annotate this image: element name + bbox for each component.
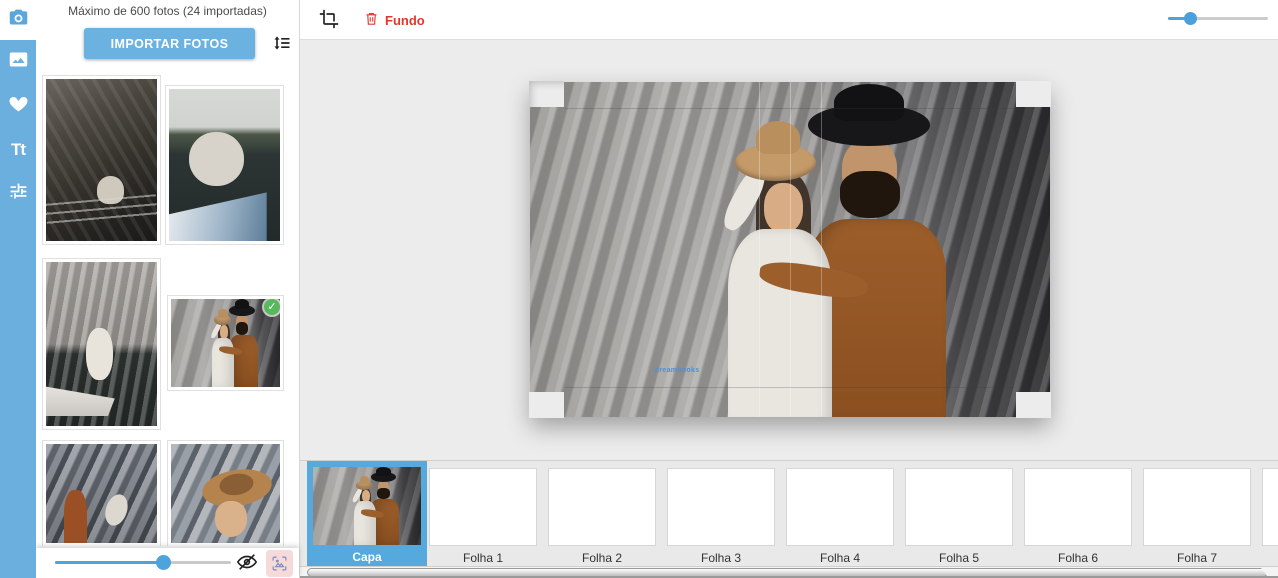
page-tile-partial[interactable] — [1262, 461, 1278, 546]
photos-panel: Máximo de 600 fotos (24 importadas) IMPO… — [36, 0, 300, 578]
spine-guide-line — [821, 82, 822, 417]
sidebar-item-layouts[interactable] — [0, 40, 36, 84]
line-spacing-sort-icon[interactable] — [271, 33, 293, 55]
image-placeholder-icon[interactable] — [266, 550, 293, 577]
cover-corner-notch — [1016, 392, 1051, 418]
page-label: Folha 1 — [429, 551, 537, 565]
capa-thumbnail — [313, 467, 421, 545]
sidebar-item-text[interactable]: Tt — [0, 128, 36, 172]
page-label: Folha 7 — [1143, 551, 1251, 565]
delete-background-label: Fundo — [385, 13, 425, 28]
page-tile-folha-5[interactable]: Folha 5 — [905, 461, 1013, 565]
heart-icon — [8, 93, 29, 119]
thumbnail-size-slider[interactable] — [55, 561, 231, 564]
photo-thumbnail[interactable] — [42, 258, 161, 430]
page-tile-folha-1[interactable]: Folha 1 — [429, 461, 537, 565]
page-tile-folha-7[interactable]: Folha 7 — [1143, 461, 1251, 565]
photo-thumbnail[interactable] — [42, 75, 161, 245]
photo-thumbnail[interactable] — [165, 85, 284, 245]
editor-main: Fundo dreambooks — [300, 0, 1278, 578]
page-label: Folha 3 — [667, 551, 775, 565]
tool-sidebar: Tt — [0, 0, 36, 578]
editor-toolbar: Fundo — [300, 0, 1278, 40]
photo-woman-boat-lean — [169, 89, 280, 241]
filmstrip-scrollbar-thumb[interactable] — [307, 568, 1268, 577]
eye-off-icon[interactable] — [235, 551, 259, 575]
page-tile-folha-2[interactable]: Folha 2 — [548, 461, 656, 565]
cover-photo[interactable]: dreambooks — [530, 82, 1050, 417]
photo-thumbnail[interactable] — [167, 440, 284, 546]
thumbnail-size-slider-knob[interactable] — [156, 555, 171, 570]
page-label: Folha 6 — [1024, 551, 1132, 565]
page-tile-folha-3[interactable]: Folha 3 — [667, 461, 775, 565]
cover-corner-notch — [529, 81, 564, 107]
cover-spread[interactable]: dreambooks — [530, 82, 1050, 417]
crop-icon[interactable] — [317, 8, 341, 32]
cover-corner-notch — [529, 392, 564, 418]
photo-couple — [171, 299, 280, 387]
filmstrip-scrollbar[interactable] — [300, 566, 1278, 578]
image-icon — [8, 49, 29, 75]
sidebar-item-adjustments[interactable] — [0, 172, 36, 216]
page-label: Folha 4 — [786, 551, 894, 565]
wrap-fold-line — [565, 387, 1015, 388]
photo-thumbnail[interactable] — [42, 440, 161, 546]
photo-couple-marble — [46, 444, 157, 543]
pages-filmstrip: Capa Folha 1 Folha 2 Folha 3 Folha 4 Fol… — [300, 460, 1278, 566]
page-label: Capa — [307, 550, 427, 564]
canvas-area: dreambooks — [300, 40, 1278, 460]
photo-limit-text: Máximo de 600 fotos (24 importadas) — [36, 0, 299, 18]
photo-hat-closeup — [171, 444, 280, 543]
trash-icon — [364, 10, 379, 30]
canvas-zoom-slider-knob[interactable] — [1184, 12, 1197, 25]
page-label: Folha 2 — [548, 551, 656, 565]
import-photos-button[interactable]: IMPORTAR FOTOS — [84, 28, 255, 59]
cover-corner-notch — [1016, 81, 1051, 107]
canvas-zoom-slider[interactable] — [1168, 17, 1268, 20]
delete-background-button[interactable]: Fundo — [364, 9, 425, 31]
page-label: Folha 5 — [905, 551, 1013, 565]
wrap-fold-line — [565, 108, 1015, 109]
photo-used-check-icon: ✓ — [264, 299, 280, 315]
page-tile-folha-4[interactable]: Folha 4 — [786, 461, 894, 565]
spine-guide-line — [759, 82, 760, 417]
panel-bottom-bar — [36, 548, 299, 578]
photo-woman-boat-bow — [46, 262, 157, 426]
center-fold-line — [790, 82, 791, 417]
sidebar-item-photos[interactable] — [0, 0, 36, 40]
sidebar-item-favorites[interactable] — [0, 84, 36, 128]
watermark-text: dreambooks — [655, 367, 700, 374]
adjustments-icon — [8, 181, 29, 207]
page-tile-folha-6[interactable]: Folha 6 — [1024, 461, 1132, 565]
photobook-editor: Tt Máximo de 600 fotos (24 importadas) I… — [0, 0, 1278, 578]
photo-thumbnail[interactable]: ✓ — [167, 295, 284, 391]
photo-woman-cliff — [46, 79, 157, 241]
camera-icon — [8, 7, 29, 33]
text-tool-icon: Tt — [11, 140, 25, 160]
page-tile-capa[interactable]: Capa — [307, 461, 427, 566]
